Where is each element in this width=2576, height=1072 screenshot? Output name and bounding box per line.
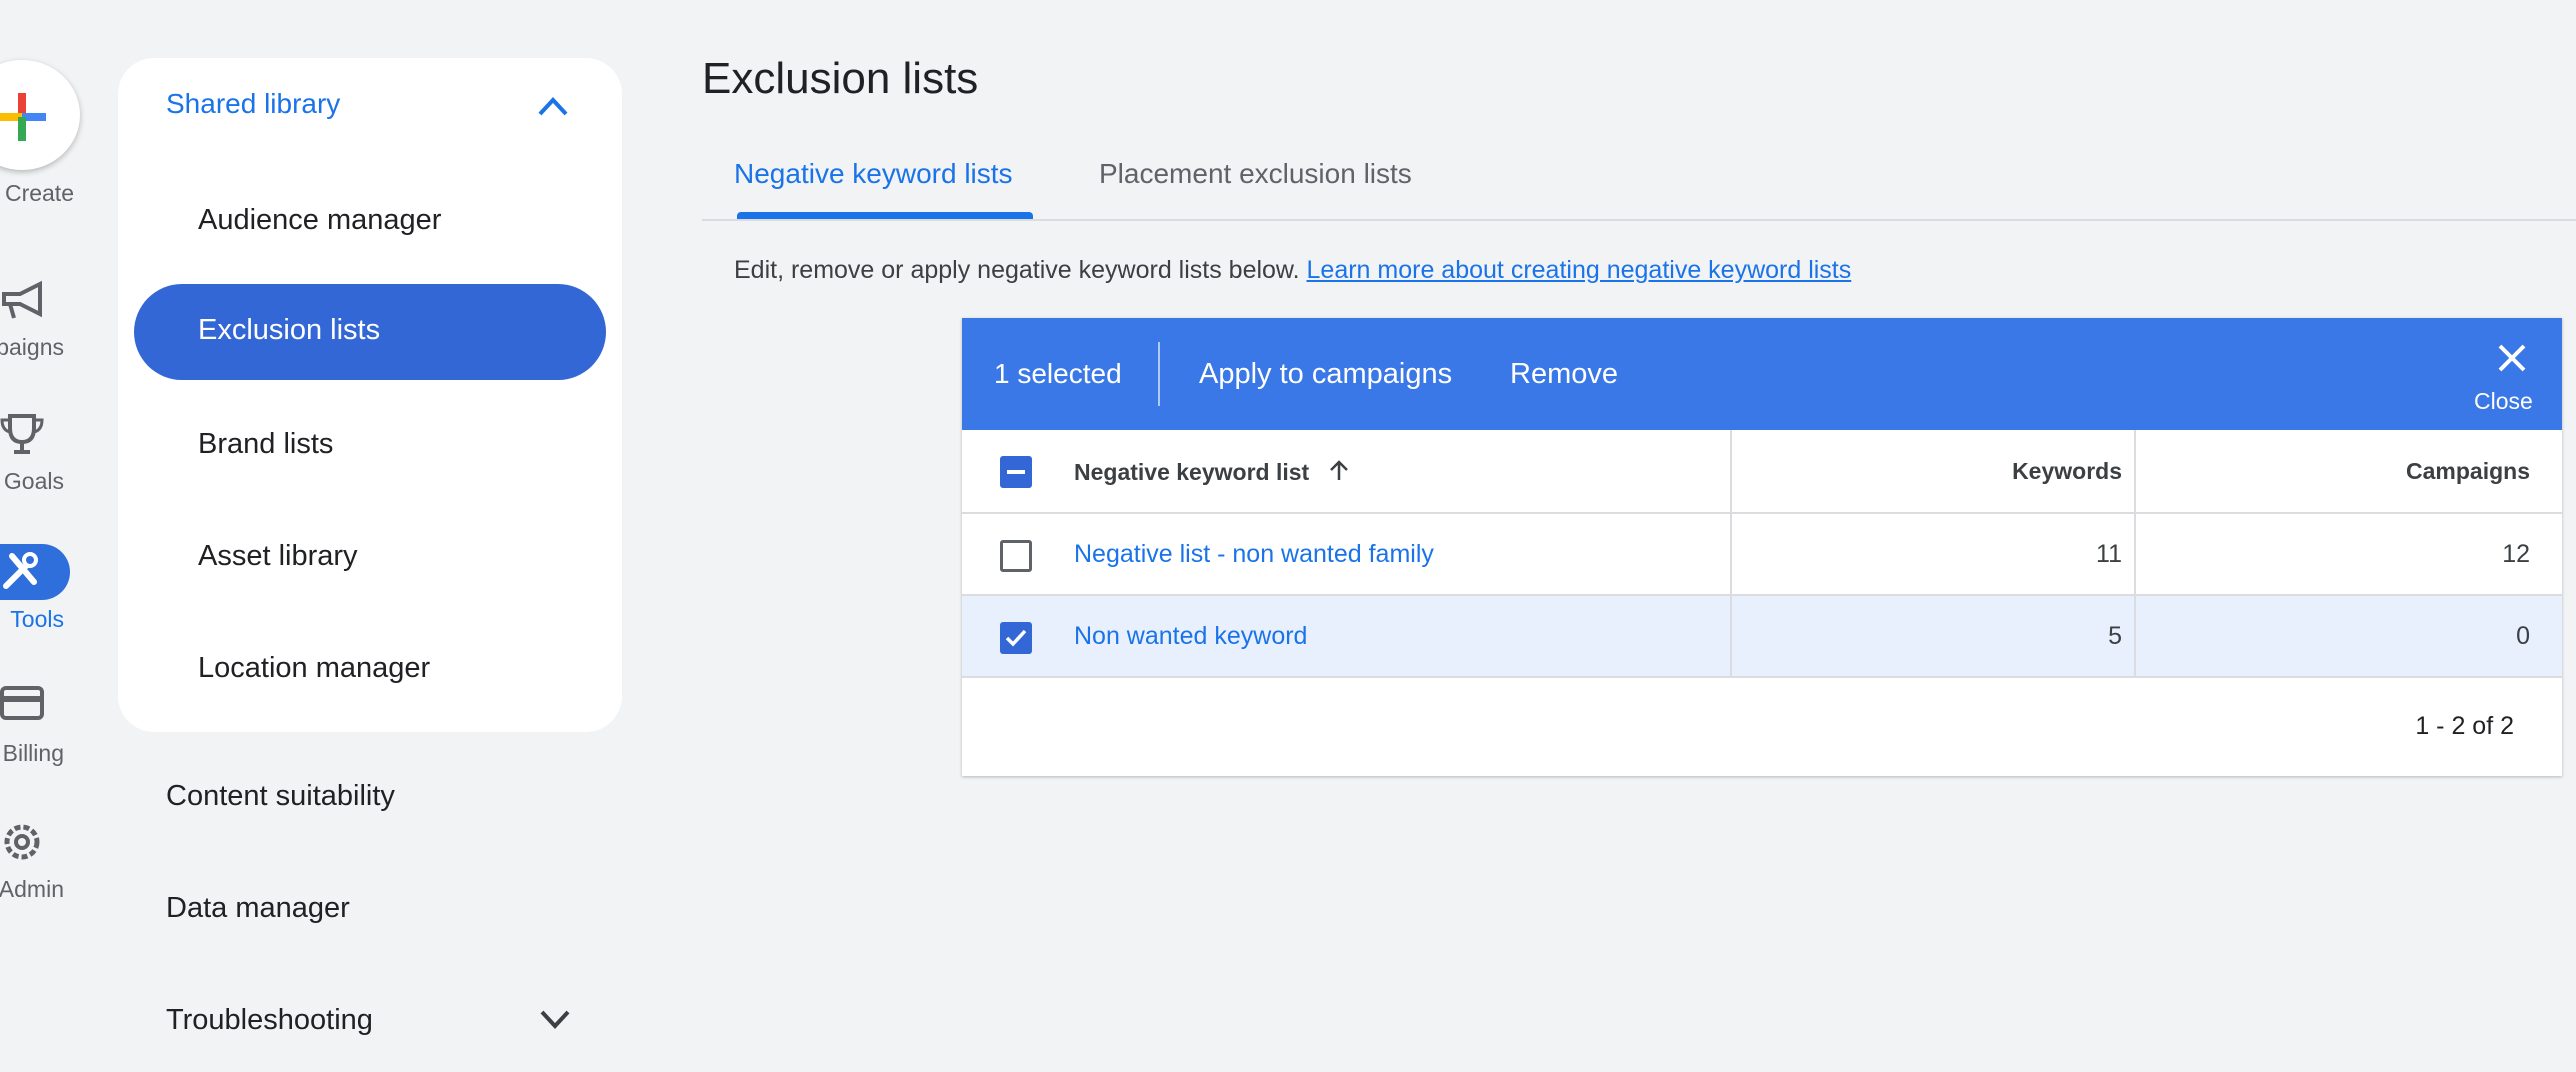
column-separator bbox=[2134, 514, 2136, 594]
divider bbox=[1158, 342, 1160, 406]
create-button[interactable] bbox=[0, 60, 80, 170]
description-text: Edit, remove or apply negative keyword l… bbox=[734, 256, 1300, 284]
trophy-icon bbox=[0, 414, 44, 454]
sidebar-item-brand-lists[interactable]: Brand lists bbox=[198, 428, 333, 461]
rail-label: Campaigns bbox=[0, 334, 64, 360]
header-keywords[interactable]: Keywords bbox=[2012, 458, 2122, 485]
rail-label: Goals bbox=[3, 468, 64, 494]
plus-icon bbox=[0, 93, 46, 141]
campaigns-count: 12 bbox=[2502, 540, 2530, 568]
sidebar-item-audience-manager[interactable]: Audience manager bbox=[198, 204, 441, 237]
sidebar-item-label: Exclusion lists bbox=[198, 314, 381, 346]
row-checkbox[interactable] bbox=[1000, 540, 1032, 572]
sidebar-item-location-manager[interactable]: Location manager bbox=[198, 652, 430, 685]
column-separator bbox=[1730, 514, 1732, 594]
pagination-label: 1 - 2 of 2 bbox=[2415, 712, 2514, 740]
gear-icon bbox=[4, 824, 40, 860]
create-label: Create bbox=[4, 180, 74, 206]
active-tab-indicator bbox=[737, 212, 1033, 219]
learn-more-link[interactable]: Learn more about creating negative keywo… bbox=[1307, 256, 1852, 284]
rail-label: Admin bbox=[0, 876, 64, 902]
left-rail: Create Campaigns Goals Tools Billing bbox=[0, 0, 110, 1072]
row-checkbox[interactable] bbox=[1000, 622, 1032, 654]
rail-label: Tools bbox=[10, 606, 64, 632]
sidebar-item-asset-library[interactable]: Asset library bbox=[198, 540, 358, 573]
keywords-count: 5 bbox=[2108, 622, 2122, 650]
apply-to-campaigns-button[interactable]: Apply to campaigns bbox=[1199, 358, 1452, 391]
list-name-link[interactable]: Non wanted keyword bbox=[1074, 622, 1307, 651]
header-negative-keyword-list[interactable]: Negative keyword list bbox=[1074, 458, 1352, 486]
column-separator bbox=[1730, 430, 1732, 512]
close-label: Close bbox=[2474, 388, 2533, 414]
nav-item-data-manager[interactable]: Data manager bbox=[166, 892, 350, 925]
nav-item-troubleshooting[interactable]: Troubleshooting bbox=[166, 1004, 373, 1037]
chevron-up-icon[interactable] bbox=[536, 94, 570, 118]
sidebar-item-exclusion-lists[interactable]: Exclusion lists bbox=[134, 284, 606, 380]
credit-card-icon bbox=[0, 686, 44, 720]
shared-library-panel: Shared library Audience manager Exclusio… bbox=[118, 58, 622, 732]
description: Edit, remove or apply negative keyword l… bbox=[734, 256, 1851, 285]
column-separator bbox=[2134, 430, 2136, 512]
table-row[interactable]: Negative list - non wanted family 11 12 bbox=[962, 514, 2562, 596]
negative-keyword-table: 1 selected Apply to campaigns Remove Clo… bbox=[962, 318, 2562, 776]
checkmark-icon bbox=[1005, 629, 1027, 647]
nav-item-content-suitability[interactable]: Content suitability bbox=[166, 780, 395, 813]
selected-count: 1 selected bbox=[994, 358, 1122, 389]
campaigns-count: 0 bbox=[2516, 622, 2530, 650]
selection-bar: 1 selected Apply to campaigns Remove Clo… bbox=[962, 318, 2562, 430]
tab-divider bbox=[702, 219, 2576, 221]
arrow-up-icon bbox=[1329, 460, 1348, 480]
tools-icon bbox=[3, 552, 38, 589]
tab-negative-keyword-lists[interactable]: Negative keyword lists bbox=[734, 158, 1013, 190]
column-separator bbox=[1730, 596, 1732, 676]
remove-button[interactable]: Remove bbox=[1510, 358, 1618, 391]
table-row[interactable]: Non wanted keyword 5 0 bbox=[962, 596, 2562, 678]
rail-label: Billing bbox=[2, 740, 64, 766]
shared-library-header[interactable]: Shared library bbox=[166, 88, 340, 120]
column-separator bbox=[2134, 596, 2136, 676]
header-campaigns[interactable]: Campaigns bbox=[2406, 458, 2530, 485]
close-icon bbox=[2498, 344, 2526, 372]
indeterminate-icon bbox=[1007, 470, 1025, 474]
table-header: Negative keyword list Keywords Campaigns bbox=[962, 430, 2562, 514]
select-all-checkbox[interactable] bbox=[1000, 456, 1032, 488]
megaphone-icon bbox=[2, 280, 42, 319]
chevron-down-icon[interactable] bbox=[538, 1008, 572, 1032]
tab-placement-exclusion-lists[interactable]: Placement exclusion lists bbox=[1099, 158, 1412, 190]
header-label: Negative keyword list bbox=[1074, 459, 1310, 485]
close-button[interactable]: Close bbox=[2470, 338, 2554, 418]
keywords-count: 11 bbox=[2096, 540, 2122, 568]
list-name-link[interactable]: Negative list - non wanted family bbox=[1074, 540, 1434, 569]
page-title: Exclusion lists bbox=[702, 54, 979, 103]
